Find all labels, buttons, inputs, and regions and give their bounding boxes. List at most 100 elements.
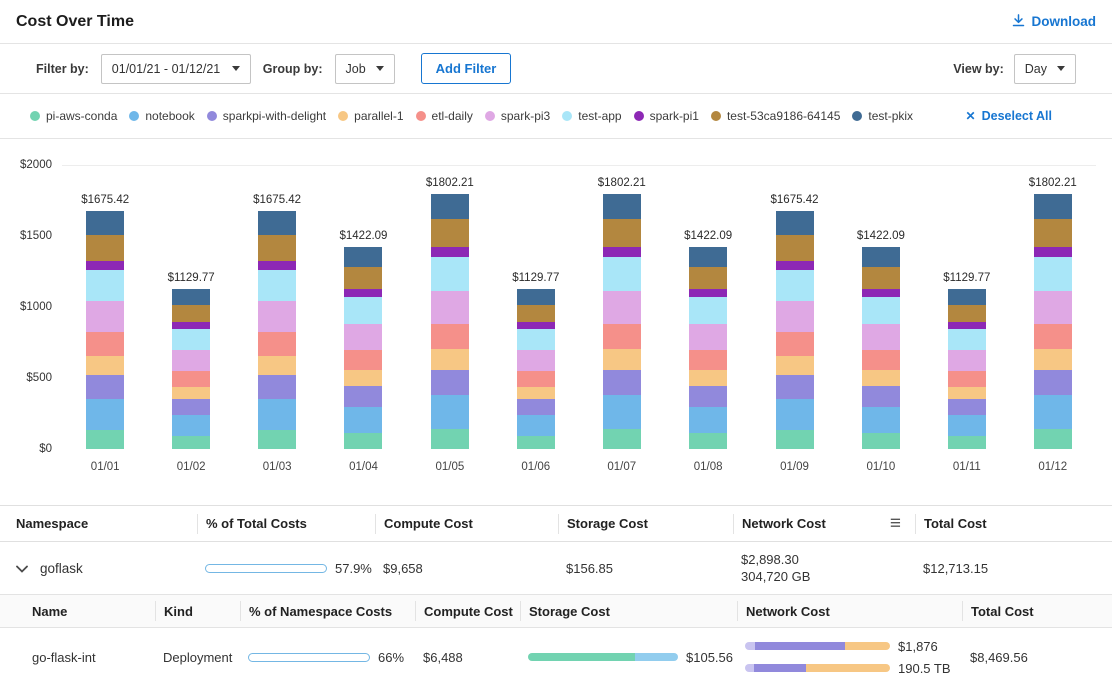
mini-bar-segment bbox=[635, 653, 679, 661]
close-icon: ✕ bbox=[966, 109, 976, 123]
bar-stack bbox=[258, 211, 296, 449]
col-inner-network-cost: Network Cost bbox=[737, 601, 962, 621]
bar-segment-parallel-1 bbox=[1034, 349, 1072, 369]
y-axis-tick: $0 bbox=[39, 443, 52, 455]
legend-item-parallel-1[interactable]: parallel-1 bbox=[338, 109, 403, 123]
bar-group-01/08[interactable]: $1422.0901/08 bbox=[684, 230, 732, 449]
bar-segment-sparkpi-with-delight bbox=[862, 386, 900, 406]
bar-segment-notebook bbox=[948, 415, 986, 436]
bar-group-01/05[interactable]: $1802.2101/05 bbox=[426, 177, 474, 449]
column-menu-icon[interactable]: ≡ bbox=[890, 514, 901, 533]
legend-item-pi-aws-conda[interactable]: pi-aws-conda bbox=[30, 109, 117, 123]
legend-dot-icon bbox=[711, 111, 721, 121]
bar-total-label: $1422.09 bbox=[684, 230, 732, 242]
namespace-row-goflask[interactable]: goflask 57.9% $9,658 $156.85 $2,898.30 3… bbox=[0, 542, 1112, 594]
bar-group-01/12[interactable]: $1802.2101/12 bbox=[1029, 177, 1077, 449]
bar-segment-pi-aws-conda bbox=[689, 433, 727, 449]
network-cost-line: $1,876 bbox=[745, 639, 962, 654]
compute-cost-cell: $9,658 bbox=[375, 561, 558, 576]
legend-item-test-app[interactable]: test-app bbox=[562, 109, 621, 123]
legend-item-spark-pi3[interactable]: spark-pi3 bbox=[485, 109, 550, 123]
legend-item-etl-daily[interactable]: etl-daily bbox=[416, 109, 473, 123]
bar-segment-spark-pi3 bbox=[948, 350, 986, 371]
bar-segment-pi-aws-conda bbox=[862, 433, 900, 449]
legend-item-spark-pi1[interactable]: spark-pi1 bbox=[634, 109, 699, 123]
download-button[interactable]: Download bbox=[1011, 13, 1097, 31]
bar-segment-sparkpi-with-delight bbox=[431, 370, 469, 396]
col-network-cost: Network Cost ≡ bbox=[733, 514, 915, 534]
bar-segment-pi-aws-conda bbox=[776, 430, 814, 449]
bar-segment-spark-pi3 bbox=[776, 301, 814, 332]
legend-dot-icon bbox=[416, 111, 426, 121]
bar-segment-notebook bbox=[431, 395, 469, 428]
view-by-select[interactable]: Day bbox=[1014, 54, 1076, 84]
bar-segment-test-pkix bbox=[948, 289, 986, 305]
bar-stack bbox=[862, 247, 900, 449]
chevron-down-icon[interactable] bbox=[16, 561, 28, 576]
legend-item-label: spark-pi1 bbox=[650, 109, 699, 123]
filter-bar: Filter by: 01/01/21 - 01/12/21 Group by:… bbox=[0, 44, 1112, 94]
date-range-select[interactable]: 01/01/21 - 01/12/21 bbox=[101, 54, 251, 84]
bar-segment-parallel-1 bbox=[172, 387, 210, 400]
bar-segment-spark-pi3 bbox=[603, 291, 641, 324]
bar-segment-test-app bbox=[172, 329, 210, 350]
bar-segment-etl-daily bbox=[948, 371, 986, 387]
bar-group-01/01[interactable]: $1675.4201/01 bbox=[81, 194, 129, 449]
legend-item-test-pkix[interactable]: test-pkix bbox=[852, 109, 913, 123]
add-filter-button[interactable]: Add Filter bbox=[421, 53, 512, 84]
legend-item-notebook[interactable]: notebook bbox=[129, 109, 194, 123]
mini-bar-segment bbox=[845, 642, 890, 650]
pct-total-cell: 57.9% bbox=[197, 561, 375, 576]
x-axis-label: 01/11 bbox=[953, 461, 981, 473]
bar-group-01/02[interactable]: $1129.7701/02 bbox=[168, 272, 215, 449]
bar-segment-spark-pi1 bbox=[431, 247, 469, 257]
network-usage-line: 190.5 TB bbox=[745, 661, 962, 676]
bar-segment-test-53ca9186-64145 bbox=[689, 267, 727, 289]
bar-group-01/10[interactable]: $1422.0901/10 bbox=[857, 230, 905, 449]
storage-cost-cell: $156.85 bbox=[558, 561, 733, 576]
bar-segment-pi-aws-conda bbox=[948, 436, 986, 449]
bar-group-01/07[interactable]: $1802.2101/07 bbox=[598, 177, 646, 449]
deselect-all-button[interactable]: ✕ Deselect All bbox=[966, 109, 1052, 123]
bar-segment-sparkpi-with-delight bbox=[172, 399, 210, 415]
bar-segment-test-app bbox=[862, 297, 900, 323]
bar-segment-spark-pi1 bbox=[603, 247, 641, 257]
legend-item-sparkpi-with-delight[interactable]: sparkpi-with-delight bbox=[207, 109, 326, 123]
bar-group-01/09[interactable]: $1675.4201/09 bbox=[771, 194, 819, 449]
group-by-select[interactable]: Job bbox=[335, 54, 395, 84]
bar-segment-test-pkix bbox=[603, 194, 641, 220]
bar-total-label: $1422.09 bbox=[339, 230, 387, 242]
chart-legend: pi-aws-conda notebook sparkpi-with-delight… bbox=[0, 94, 1112, 139]
view-by-label: View by: bbox=[953, 62, 1003, 76]
inner-compute-cost-cell: $6,488 bbox=[415, 650, 520, 665]
bar-group-01/04[interactable]: $1422.0901/04 bbox=[339, 230, 387, 449]
legend-item-label: notebook bbox=[145, 109, 194, 123]
bar-segment-notebook bbox=[258, 399, 296, 430]
bar-segment-sparkpi-with-delight bbox=[344, 386, 382, 406]
workload-kind-cell: Deployment bbox=[155, 650, 240, 665]
bar-segment-spark-pi3 bbox=[344, 324, 382, 350]
legend-item-test-53ca9186-64145[interactable]: test-53ca9186-64145 bbox=[711, 109, 840, 123]
bar-segment-spark-pi3 bbox=[689, 324, 727, 350]
bar-group-01/11[interactable]: $1129.7701/11 bbox=[943, 272, 990, 449]
view-by-group: View by: Day bbox=[953, 54, 1076, 84]
cost-over-time-chart: $2000$1500$1000$500$0 $1675.4201/01$1129… bbox=[16, 139, 1096, 487]
bar-segment-etl-daily bbox=[172, 371, 210, 387]
col-kind: Kind bbox=[155, 601, 240, 621]
bar-stack bbox=[603, 194, 641, 449]
inner-storage-cost-value: $105.56 bbox=[686, 650, 733, 665]
bar-group-01/03[interactable]: $1675.4201/03 bbox=[253, 194, 301, 449]
namespace-cell[interactable]: goflask bbox=[16, 561, 197, 576]
y-axis-tick: $2000 bbox=[20, 159, 52, 171]
x-axis-label: 01/06 bbox=[521, 461, 550, 473]
storage-mini-bar bbox=[528, 653, 678, 661]
bar-segment-spark-pi3 bbox=[86, 301, 124, 332]
workload-row-go-flask-int[interactable]: go-flask-int Deployment 66% $6,488 $105.… bbox=[0, 628, 1112, 682]
bar-stack bbox=[344, 247, 382, 449]
bar-segment-pi-aws-conda bbox=[603, 429, 641, 449]
bar-group-01/06[interactable]: $1129.7701/06 bbox=[512, 272, 559, 449]
bar-total-label: $1802.21 bbox=[1029, 177, 1077, 189]
bar-total-label: $1129.77 bbox=[512, 272, 559, 284]
bar-segment-test-app bbox=[431, 257, 469, 290]
bar-segment-notebook bbox=[517, 415, 555, 436]
